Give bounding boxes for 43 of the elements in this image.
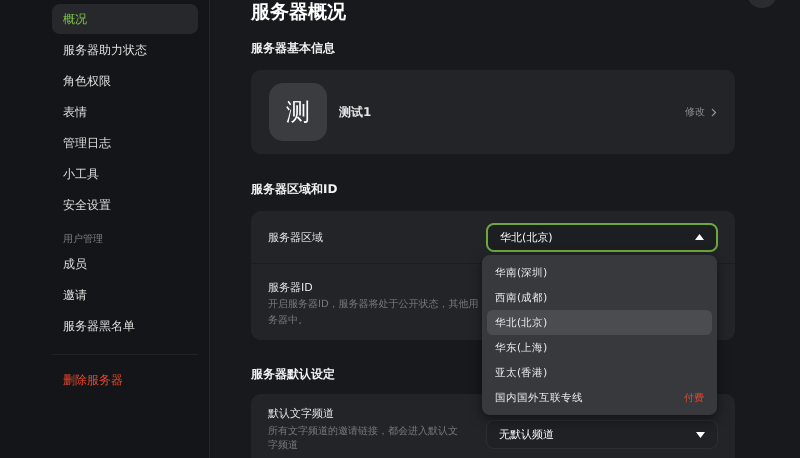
page-title: 服务器概况: [251, 2, 346, 22]
sidebar-item[interactable]: 服务器黑名单: [52, 311, 198, 341]
region-select[interactable]: 华北(北京): [486, 222, 718, 252]
field-label: 服务器ID: [268, 280, 314, 295]
option-label: 国内国外互联专线: [495, 390, 583, 404]
sidebar-item[interactable]: 邀请: [52, 280, 198, 310]
sidebar-item[interactable]: 服务器助力状态: [52, 35, 198, 65]
caret-icon: [696, 432, 705, 438]
option-label: 西南(成都): [495, 290, 548, 304]
sidebar-item[interactable]: 安全设置: [52, 190, 198, 220]
option-label: 亚太(香港): [495, 366, 548, 380]
dropdown-option[interactable]: 亚太(香港): [487, 360, 712, 385]
sidebar-item[interactable]: 表情: [52, 97, 198, 127]
sidebar-item[interactable]: 小工具: [52, 159, 198, 189]
server-avatar: 测: [269, 83, 327, 141]
sidebar-item[interactable]: 概况: [52, 4, 198, 34]
section-heading: 服务器默认设定: [251, 366, 335, 383]
sidebar-item[interactable]: 角色权限: [52, 66, 198, 96]
sidebar-section-header: 用户管理: [62, 232, 104, 247]
field-label: 服务器区域: [268, 230, 323, 244]
dropdown-option[interactable]: 华北(北京): [487, 310, 712, 335]
sidebar-item[interactable]: 成员: [52, 249, 198, 279]
dropdown-option[interactable]: 西南(成都): [487, 285, 712, 310]
dropdown-option[interactable]: 华南(深圳): [487, 260, 712, 285]
option-label: 华东(上海): [495, 340, 548, 354]
option-tag: 付费: [684, 390, 704, 404]
chevron-right-icon: [711, 108, 717, 116]
field-description: 务器中。: [268, 314, 308, 328]
field-description: 开启服务器ID，服务器将处于公开状态，其他用: [268, 298, 479, 312]
caret-icon: [695, 234, 704, 240]
dropdown-option[interactable]: 国内国外互联专线 付费: [487, 385, 712, 410]
section-heading: 服务器区域和ID: [251, 181, 338, 198]
option-label: 华南(深圳): [495, 266, 548, 280]
dropdown-option[interactable]: 华东(上海): [487, 335, 712, 360]
channel-select[interactable]: 无默认频道: [486, 420, 718, 449]
server-name: 测试1: [339, 104, 372, 120]
field-label: 默认文字频道: [268, 406, 335, 421]
section-heading: 服务器基本信息: [251, 40, 335, 57]
sidebar-item[interactable]: 管理日志: [52, 128, 198, 158]
option-label: 华北(北京): [495, 316, 548, 330]
edit-link[interactable]: 修改: [685, 105, 705, 119]
field-description: 所有文字频道的邀请链接，都会进入默认文字频道: [268, 425, 459, 453]
sidebar-item[interactable]: 删除服务器: [52, 365, 198, 395]
